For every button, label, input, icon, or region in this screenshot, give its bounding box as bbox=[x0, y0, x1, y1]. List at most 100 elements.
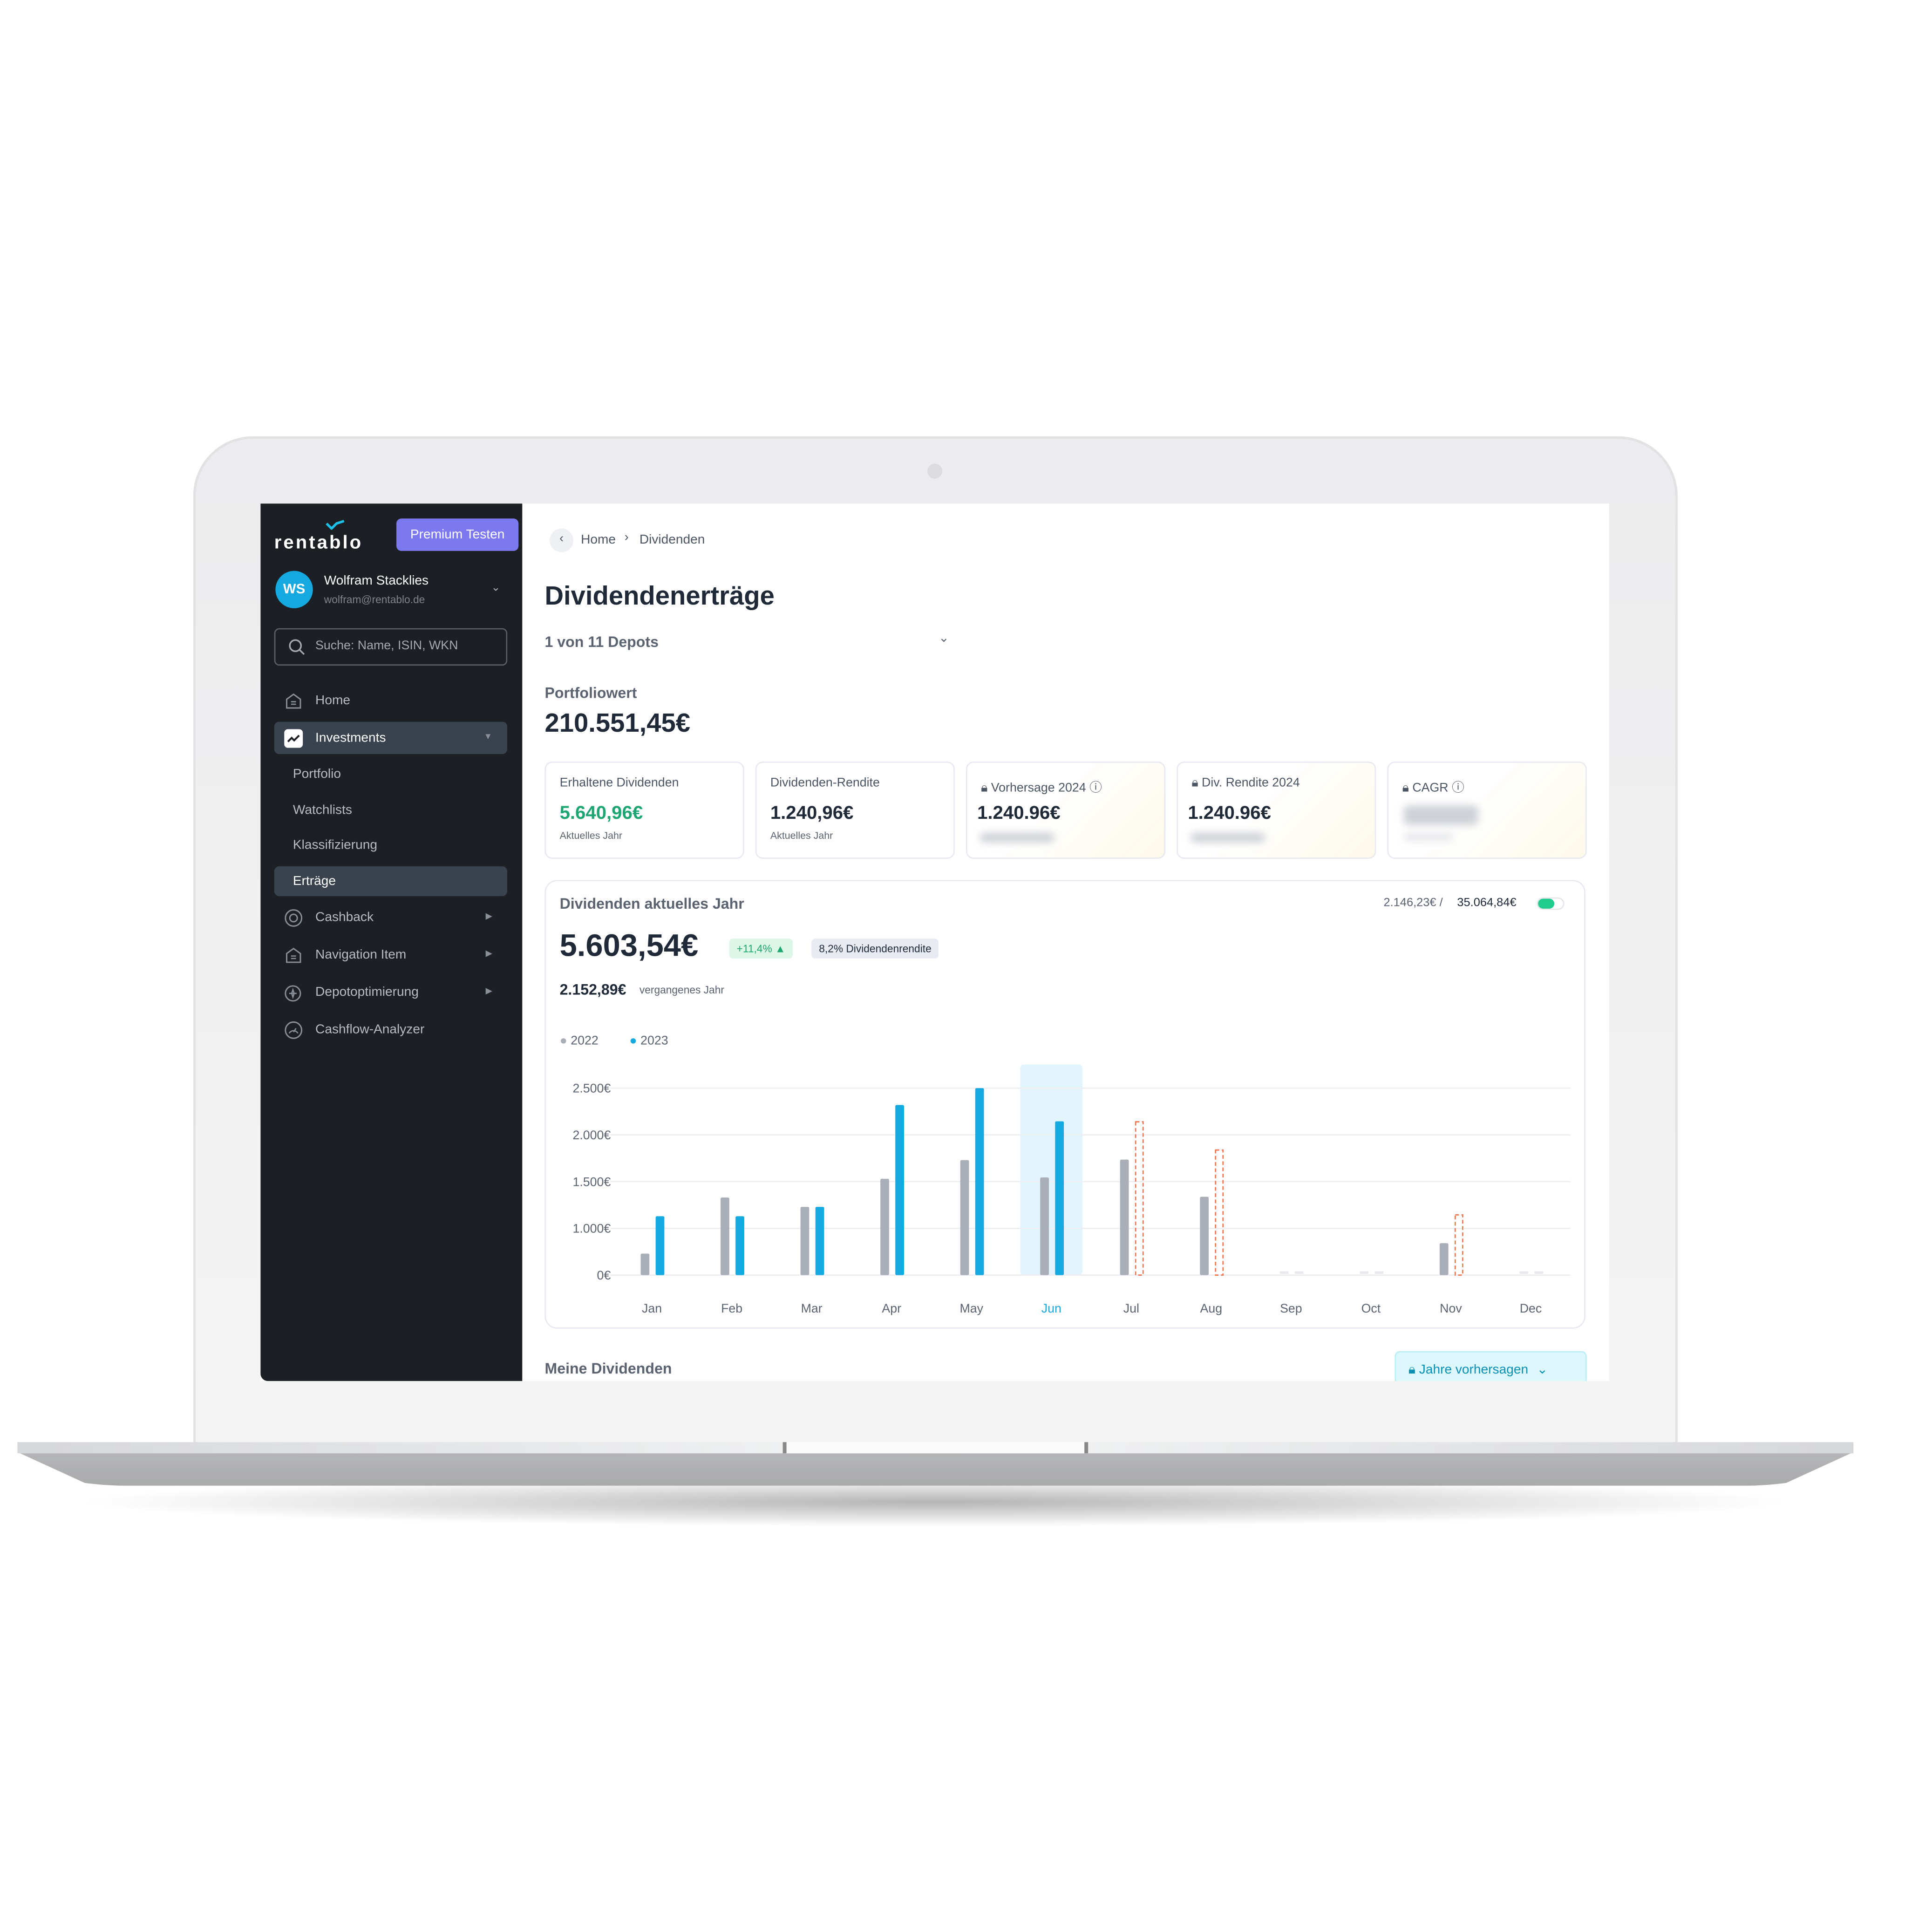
sidebar-item-label: Cashback bbox=[315, 910, 374, 925]
chevron-down-icon[interactable]: ⌄ bbox=[491, 581, 500, 594]
chevron-down-icon: ⌄ bbox=[1537, 1362, 1548, 1378]
card-label: 🔒︎ Vorhersage 2024 ⓘ bbox=[981, 776, 1102, 795]
bar-2022-empty bbox=[1360, 1271, 1369, 1274]
card-label-text: CAGR bbox=[1412, 781, 1449, 796]
sidebar-item-depotoptimierung[interactable]: Depotoptimierung ▶ bbox=[274, 976, 507, 1008]
bar-2023 bbox=[895, 1105, 904, 1275]
button-label: Jahre vorhersagen bbox=[1419, 1362, 1529, 1378]
card-dividenden-rendite: Dividenden-Rendite 1.240,96€ Aktuelles J… bbox=[755, 762, 955, 859]
sidebar-item-label: Home bbox=[315, 693, 351, 708]
avatar[interactable]: WS bbox=[275, 571, 313, 608]
home-icon bbox=[286, 947, 301, 963]
sparkle-icon bbox=[285, 985, 301, 1002]
breadcrumb-home[interactable]: Home bbox=[581, 532, 616, 547]
card-label-text: Div. Rendite 2024 bbox=[1202, 776, 1300, 790]
laptop-notch bbox=[782, 1442, 1088, 1454]
sidebar-item-label: Navigation Item bbox=[315, 947, 407, 962]
sidebar-item-label: Watchlists bbox=[293, 803, 352, 818]
sidebar-item-label: Depotoptimierung bbox=[315, 985, 419, 1000]
user-name: Wolfram Stacklies bbox=[324, 573, 429, 589]
bar-2023 bbox=[735, 1216, 744, 1275]
card-value: 1.240.96€ bbox=[977, 803, 1061, 824]
sidebar: rentablo Premium Testen WS Wolfram Stack… bbox=[260, 503, 523, 1381]
portfolio-value: 210.551,45€ bbox=[544, 709, 691, 738]
caret-right-icon: ▶ bbox=[485, 987, 493, 996]
search-input[interactable]: Suche: Name, ISIN, WKN bbox=[274, 628, 508, 666]
premium-button[interactable]: Premium Testen bbox=[396, 518, 519, 551]
chevron-right-icon: › bbox=[624, 531, 629, 545]
chevron-down-icon[interactable]: ⌄ bbox=[939, 632, 949, 646]
sidebar-item-cashflow-analyzer[interactable]: Cashflow-Analyzer bbox=[274, 1014, 507, 1046]
breadcrumb-current: Dividenden bbox=[639, 532, 705, 547]
blurred-sub bbox=[1403, 832, 1454, 842]
forecast-years-button[interactable]: 🔒︎ Jahre vorhersagen ⌄ bbox=[1395, 1351, 1587, 1381]
card-label: Dividenden-Rendite bbox=[770, 776, 880, 790]
card-label: 🔒︎ Div. Rendite 2024 bbox=[1191, 776, 1299, 790]
search-icon bbox=[289, 639, 305, 655]
sidebar-item-investments[interactable]: Investments ▼ bbox=[274, 721, 508, 755]
bar-2022-empty bbox=[1519, 1271, 1529, 1274]
card-label: Erhaltene Dividenden bbox=[559, 776, 679, 790]
laptop-camera bbox=[927, 463, 943, 479]
bar-2023 bbox=[1055, 1121, 1064, 1275]
sidebar-item-watchlists[interactable]: Watchlists bbox=[274, 794, 507, 827]
x-tick-label: Sep bbox=[1280, 1301, 1302, 1315]
card-label: 🔒︎ CAGR ⓘ bbox=[1402, 776, 1464, 795]
bar-forecast bbox=[1135, 1121, 1144, 1276]
sidebar-item-label: Erträge bbox=[293, 873, 336, 889]
bar-2023 bbox=[975, 1088, 984, 1275]
caret-down-icon: ▼ bbox=[483, 733, 493, 742]
card-div-rendite-2024[interactable]: 🔒︎ Div. Rendite 2024 1.240.96€ bbox=[1177, 762, 1376, 859]
card-cagr[interactable]: 🔒︎ CAGR ⓘ bbox=[1387, 762, 1587, 859]
card-sub: Aktuelles Jahr bbox=[770, 830, 833, 842]
page-title: Dividendenerträge bbox=[544, 582, 775, 611]
highlight-band bbox=[1020, 1064, 1083, 1275]
info-icon[interactable]: ⓘ bbox=[1452, 782, 1464, 795]
bar-2023 bbox=[815, 1207, 824, 1275]
blurred-sub bbox=[1190, 832, 1265, 843]
logo: rentablo bbox=[274, 532, 363, 554]
bar-2022 bbox=[1200, 1197, 1209, 1275]
depot-selector[interactable]: 1 von 11 Depots bbox=[544, 633, 659, 650]
chart-icon bbox=[284, 729, 303, 748]
bar-2022 bbox=[640, 1253, 650, 1275]
x-tick-label: Aug bbox=[1200, 1301, 1223, 1315]
blurred-value bbox=[1403, 805, 1478, 825]
sidebar-item-klassifizierung[interactable]: Klassifizierung bbox=[274, 829, 507, 862]
bar-2022 bbox=[1120, 1159, 1129, 1275]
bar-2022 bbox=[1439, 1243, 1449, 1275]
sidebar-item-home[interactable]: Home bbox=[274, 684, 507, 717]
back-button[interactable]: ‹ bbox=[550, 528, 574, 552]
sidebar-item-label: Cashflow-Analyzer bbox=[315, 1022, 425, 1037]
x-tick-label: May bbox=[959, 1301, 983, 1315]
lock-icon: 🔒︎ bbox=[1402, 781, 1409, 796]
sidebar-item-portfolio[interactable]: Portfolio bbox=[274, 758, 507, 790]
search-placeholder: Suche: Name, ISIN, WKN bbox=[315, 639, 458, 653]
bar-2022 bbox=[960, 1160, 969, 1275]
sidebar-item-ertraege[interactable]: Erträge bbox=[274, 866, 508, 897]
logo-check-icon bbox=[326, 520, 345, 530]
home-icon bbox=[286, 693, 301, 709]
bar-forecast bbox=[1455, 1214, 1463, 1276]
bar-forecast-empty bbox=[1294, 1271, 1304, 1274]
bar-chart: 0€ 1.000€ 1.500€ 2.000€ 2.500€ Jan Feb Mar Apr Ma… bbox=[572, 1064, 1571, 1315]
card-erhaltene-dividenden: Erhaltene Dividenden 5.640,96€ Aktuelles… bbox=[544, 762, 744, 859]
card-vorhersage-2024[interactable]: 🔒︎ Vorhersage 2024 ⓘ 1.240.96€ bbox=[966, 762, 1166, 859]
sidebar-item-cashback[interactable]: Cashback ▶ bbox=[274, 901, 507, 934]
x-tick-label: Jul bbox=[1123, 1301, 1139, 1315]
x-tick-label: Apr bbox=[882, 1301, 901, 1315]
dividend-chart-card: Dividenden aktuelles Jahr 2.146,23€ / 35… bbox=[544, 880, 1585, 1329]
x-tick-label: Nov bbox=[1440, 1301, 1462, 1315]
bar-2022 bbox=[880, 1178, 889, 1275]
card-value: 1.240.96€ bbox=[1188, 803, 1271, 824]
info-icon[interactable]: ⓘ bbox=[1089, 782, 1102, 795]
x-tick-label: Jan bbox=[642, 1301, 662, 1315]
sidebar-item-navigation-item[interactable]: Navigation Item ▶ bbox=[274, 939, 507, 971]
x-tick-label: Mar bbox=[801, 1301, 823, 1315]
card-sub: Aktuelles Jahr bbox=[559, 830, 623, 842]
section-title: Meine Dividenden bbox=[544, 1360, 672, 1378]
bar-2022 bbox=[1040, 1177, 1049, 1275]
y-tick-label: 2.000€ bbox=[572, 1128, 611, 1142]
screen: rentablo Premium Testen WS Wolfram Stack… bbox=[260, 503, 1609, 1381]
x-tick-label: Oct bbox=[1361, 1301, 1381, 1315]
